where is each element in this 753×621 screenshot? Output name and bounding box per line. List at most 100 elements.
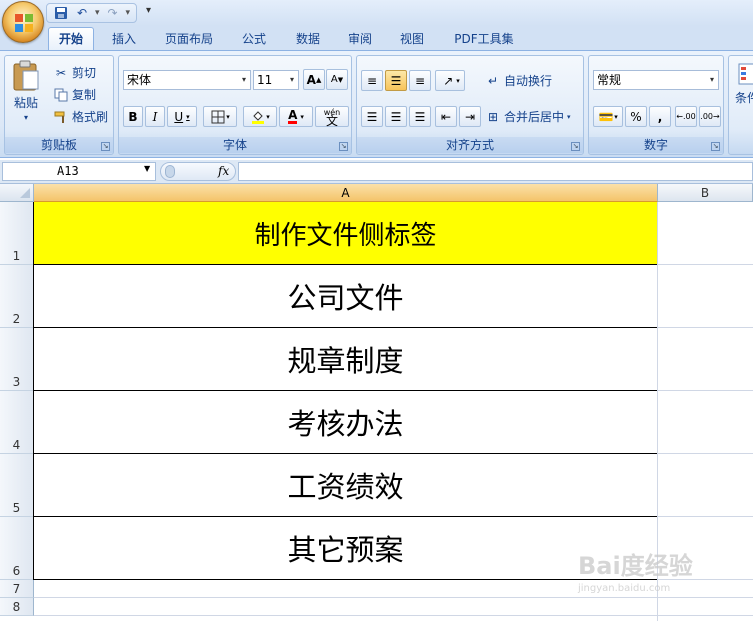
row-header-6[interactable]: 6 bbox=[0, 517, 34, 580]
align-left-button[interactable]: ☰ bbox=[361, 106, 383, 127]
borders-dropdown-icon[interactable]: ▾ bbox=[226, 113, 230, 121]
alignment-launcher-icon[interactable]: ↘ bbox=[571, 142, 580, 151]
row-header-4[interactable]: 4 bbox=[0, 391, 34, 454]
align-top-icon: ≡ bbox=[366, 73, 378, 88]
cell-a5[interactable]: 工资绩效 bbox=[34, 454, 658, 517]
underline-button[interactable]: U ▾ bbox=[167, 106, 197, 127]
cell-b2[interactable] bbox=[658, 265, 753, 328]
font-launcher-icon[interactable]: ↘ bbox=[339, 142, 348, 151]
shrink-font-button[interactable]: A ▼ bbox=[326, 69, 348, 90]
underline-dropdown-icon[interactable]: ▾ bbox=[186, 113, 190, 121]
tab-insert[interactable]: 插入 bbox=[102, 28, 146, 50]
cell-b4[interactable] bbox=[658, 391, 753, 454]
alignment-group-label: 对齐方式 bbox=[357, 137, 583, 153]
row-header-7[interactable]: 7 bbox=[0, 580, 34, 598]
align-bottom-button[interactable]: ≡ bbox=[409, 70, 431, 91]
italic-button[interactable]: I bbox=[145, 106, 165, 127]
borders-button[interactable]: ▾ bbox=[203, 106, 237, 127]
redo-icon[interactable]: ↷ bbox=[105, 5, 121, 21]
bold-button[interactable]: B bbox=[123, 106, 143, 127]
font-color-button[interactable]: A ▾ bbox=[279, 106, 313, 127]
row-header-2[interactable]: 2 bbox=[0, 265, 34, 328]
conditional-format-button[interactable]: 条件 bbox=[735, 62, 753, 106]
format-painter-button[interactable]: 格式刷 bbox=[53, 108, 108, 125]
cell-a4[interactable]: 考核办法 bbox=[34, 391, 658, 454]
decrease-indent-icon: ⇤ bbox=[440, 109, 452, 124]
paste-icon bbox=[13, 60, 39, 91]
number-format-dropdown-icon[interactable]: ▾ bbox=[706, 71, 718, 89]
font-name-combo[interactable]: 宋体 ▾ bbox=[123, 70, 251, 90]
office-button[interactable] bbox=[2, 1, 44, 43]
name-box[interactable]: A13 bbox=[2, 162, 156, 181]
select-all-button[interactable] bbox=[0, 184, 34, 202]
font-size-combo[interactable]: 11 ▾ bbox=[253, 70, 299, 90]
decrease-decimal-button[interactable]: .00 → bbox=[699, 106, 721, 127]
fill-color-dropdown-icon[interactable]: ▾ bbox=[266, 113, 270, 121]
font-size-dropdown-icon[interactable]: ▾ bbox=[286, 71, 298, 89]
name-box-dropdown-icon[interactable]: ▼ bbox=[144, 164, 150, 173]
cell-a6[interactable]: 其它预案 bbox=[34, 517, 658, 580]
tab-view[interactable]: 视图 bbox=[390, 28, 434, 50]
merge-center-dropdown-icon[interactable]: ▾ bbox=[567, 113, 571, 121]
cell-b1[interactable] bbox=[658, 202, 753, 265]
align-middle-button[interactable]: ☰ bbox=[385, 70, 407, 91]
expand-handle-icon[interactable] bbox=[165, 165, 175, 178]
undo-dropdown-icon[interactable]: ▾ bbox=[95, 8, 100, 18]
row-header-3[interactable]: 3 bbox=[0, 328, 34, 391]
increase-indent-button[interactable]: ⇥ bbox=[459, 106, 481, 127]
orientation-dropdown-icon[interactable]: ▾ bbox=[456, 77, 460, 85]
row-header-8[interactable]: 8 bbox=[0, 598, 34, 616]
redo-dropdown-icon[interactable]: ▾ bbox=[126, 8, 131, 18]
cell-a3[interactable]: 规章制度 bbox=[34, 328, 658, 391]
number-launcher-icon[interactable]: ↘ bbox=[711, 142, 720, 151]
column-header-b[interactable]: B bbox=[658, 184, 753, 202]
clipboard-launcher-icon[interactable]: ↘ bbox=[101, 142, 110, 151]
align-top-button[interactable]: ≡ bbox=[361, 70, 383, 91]
wrap-text-button[interactable]: ↵ 自动换行 bbox=[485, 72, 552, 89]
formula-input[interactable] bbox=[238, 162, 753, 181]
orientation-button[interactable]: ↗ ▾ bbox=[435, 70, 465, 91]
font-name-dropdown-icon[interactable]: ▾ bbox=[238, 71, 250, 89]
number-format-combo[interactable]: 常规 ▾ bbox=[593, 70, 719, 90]
font-name-value: 宋体 bbox=[127, 73, 152, 87]
tab-data[interactable]: 数据 bbox=[286, 28, 330, 50]
increase-decimal-button[interactable]: ← .00 bbox=[675, 106, 697, 127]
paste-dropdown-icon[interactable]: ▾ bbox=[24, 113, 28, 122]
accounting-dropdown-icon[interactable]: ▾ bbox=[614, 113, 618, 121]
phonetic-button[interactable]: wén 文 bbox=[315, 106, 349, 127]
percent-button[interactable]: % bbox=[625, 106, 647, 127]
cell-a2[interactable]: 公司文件 bbox=[34, 265, 658, 328]
decrease-indent-button[interactable]: ⇤ bbox=[435, 106, 457, 127]
font-group-label: 字体 bbox=[119, 137, 351, 153]
align-right-button[interactable]: ☰ bbox=[409, 106, 431, 127]
merge-center-label: 合并后居中 bbox=[504, 110, 565, 124]
cell-a1[interactable]: 制作文件侧标签 bbox=[34, 202, 658, 265]
cut-button[interactable]: ✂ 剪切 bbox=[53, 64, 96, 81]
font-color-dropdown-icon[interactable]: ▾ bbox=[300, 113, 304, 121]
format-painter-icon bbox=[53, 109, 69, 125]
column-header-a[interactable]: A bbox=[34, 184, 658, 202]
insert-function-button[interactable]: fx bbox=[218, 164, 229, 178]
grow-font-button[interactable]: A ▲ bbox=[303, 69, 325, 90]
cell-b5[interactable] bbox=[658, 454, 753, 517]
cell-b3[interactable] bbox=[658, 328, 753, 391]
customize-quick-access-icon[interactable]: ▾ bbox=[146, 5, 151, 16]
tab-review[interactable]: 审阅 bbox=[338, 28, 382, 50]
save-icon[interactable] bbox=[53, 5, 69, 21]
comma-button[interactable]: , bbox=[649, 106, 671, 127]
row-header-5[interactable]: 5 bbox=[0, 454, 34, 517]
merge-center-button[interactable]: ⊞ 合并后居中 ▾ bbox=[485, 108, 571, 125]
undo-icon[interactable]: ↶ bbox=[74, 5, 90, 21]
row-header-1[interactable]: 1 bbox=[0, 202, 34, 265]
align-right-icon: ☰ bbox=[414, 109, 426, 124]
accounting-format-button[interactable]: 💳 ▾ bbox=[593, 106, 623, 127]
align-center-button[interactable]: ☰ bbox=[385, 106, 407, 127]
paste-button[interactable]: 粘贴 ▾ bbox=[11, 60, 41, 122]
tab-page-layout[interactable]: 页面布局 bbox=[157, 28, 221, 50]
fill-color-button[interactable]: ▾ bbox=[243, 106, 277, 127]
tab-formulas[interactable]: 公式 bbox=[232, 28, 276, 50]
copy-button[interactable]: 复制 bbox=[53, 86, 96, 103]
decrease-decimal-label: .00 bbox=[700, 112, 714, 121]
tab-pdf-tools[interactable]: PDF工具集 bbox=[444, 28, 524, 50]
tab-home[interactable]: 开始 bbox=[48, 27, 94, 51]
